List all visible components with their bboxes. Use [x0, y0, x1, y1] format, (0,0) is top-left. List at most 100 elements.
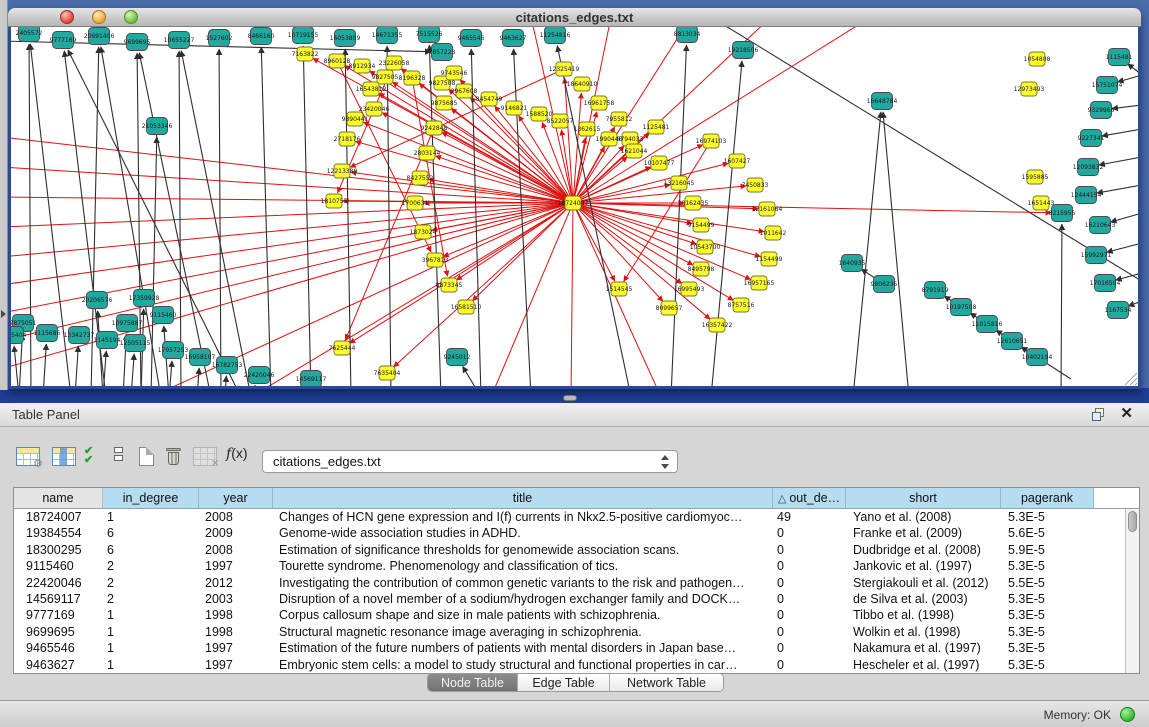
cell-in_degree[interactable]: 1: [103, 624, 199, 641]
splitter-collapse-arrow[interactable]: [1, 310, 6, 318]
column-header-year[interactable]: year: [199, 488, 273, 509]
close-panel-icon[interactable]: ✕: [1120, 405, 1133, 423]
cell-year[interactable]: 1998: [199, 624, 273, 641]
tab-edge-table[interactable]: Edge Table: [518, 674, 610, 692]
network-canvas[interactable]: 2405572977716920691406969969510655227152…: [11, 27, 1138, 386]
cell-name[interactable]: 9699695: [14, 624, 103, 641]
cell-title[interactable]: Disruption of a novel member of a sodium…: [273, 591, 773, 608]
resize-grip[interactable]: [1122, 370, 1138, 386]
cell-year[interactable]: 1997: [199, 657, 273, 674]
cell-name[interactable]: 22420046: [14, 575, 103, 592]
cell-year[interactable]: 2008: [199, 509, 273, 526]
row-height-icon[interactable]: [114, 447, 123, 463]
cell-in_degree[interactable]: 2: [103, 575, 199, 592]
cell-name[interactable]: 18724007: [14, 509, 103, 526]
cell-short[interactable]: Nakamura et al. (1997): [846, 640, 1001, 657]
cell-in_degree[interactable]: 6: [103, 542, 199, 559]
cell-in_degree[interactable]: 6: [103, 525, 199, 542]
cell-out_de[interactable]: 0: [773, 657, 846, 674]
table-row[interactable]: 969969511998Structural magnetic resonanc…: [14, 624, 1139, 641]
cell-short[interactable]: Yano et al. (2008): [846, 509, 1001, 526]
left-splitter-strip[interactable]: [0, 0, 8, 390]
cell-title[interactable]: Changes of HCN gene expression and I(f) …: [273, 509, 773, 526]
tab-network-table[interactable]: Network Table: [610, 674, 723, 692]
cell-out_de[interactable]: 0: [773, 558, 846, 575]
table-row[interactable]: 911546021997Tourette syndrome. Phenomeno…: [14, 558, 1139, 575]
scrollbar-thumb[interactable]: [1128, 511, 1137, 532]
cell-out_de[interactable]: 0: [773, 525, 846, 542]
cell-name[interactable]: 18300295: [14, 542, 103, 559]
create-table-icon[interactable]: [139, 447, 154, 466]
cell-short[interactable]: Dudbridge et al. (2008): [846, 542, 1001, 559]
cell-title[interactable]: Corpus callosum shape and size in male p…: [273, 607, 773, 624]
cell-short[interactable]: Tibbo et al. (1998): [846, 607, 1001, 624]
column-header-in_degree[interactable]: in_degree: [103, 488, 199, 509]
cell-pagerank[interactable]: 5.9E-5: [1001, 542, 1094, 559]
cell-short[interactable]: Jankovic et al. (1997): [846, 558, 1001, 575]
cell-pagerank[interactable]: 5.6E-5: [1001, 525, 1094, 542]
cell-pagerank[interactable]: 5.3E-5: [1001, 607, 1094, 624]
cell-name[interactable]: 9465546: [14, 640, 103, 657]
cell-pagerank[interactable]: 5.3E-5: [1001, 509, 1094, 526]
table-row[interactable]: 946554611997Estimation of the future num…: [14, 640, 1139, 657]
column-header-short[interactable]: short: [846, 488, 1001, 509]
cell-name[interactable]: 19384554: [14, 525, 103, 542]
cell-out_de[interactable]: 49: [773, 509, 846, 526]
cell-year[interactable]: 1997: [199, 558, 273, 575]
cell-out_de[interactable]: 0: [773, 575, 846, 592]
cell-year[interactable]: 2012: [199, 575, 273, 592]
table-selector-dropdown[interactable]: citations_edges.txt: [262, 450, 678, 473]
cell-pagerank[interactable]: 5.3E-5: [1001, 624, 1094, 641]
splitter-handle[interactable]: [563, 395, 577, 401]
table-row[interactable]: 2242004622012Investigating the contribut…: [14, 575, 1139, 592]
cell-out_de[interactable]: 0: [773, 542, 846, 559]
cell-pagerank[interactable]: 5.5E-5: [1001, 575, 1094, 592]
cell-title[interactable]: Investigating the contribution of common…: [273, 575, 773, 592]
cell-title[interactable]: Genome-wide association studies in ADHD.: [273, 525, 773, 542]
cell-title[interactable]: Embryonic stem cells: a model to study s…: [273, 657, 773, 674]
cell-in_degree[interactable]: 1: [103, 607, 199, 624]
cell-pagerank[interactable]: 5.3E-5: [1001, 640, 1094, 657]
cell-in_degree[interactable]: 1: [103, 509, 199, 526]
cell-year[interactable]: 2008: [199, 542, 273, 559]
tab-node-table[interactable]: Node Table: [428, 674, 518, 692]
cell-year[interactable]: 2003: [199, 591, 273, 608]
cell-in_degree[interactable]: 2: [103, 591, 199, 608]
cell-out_de[interactable]: 0: [773, 607, 846, 624]
cell-pagerank[interactable]: 5.3E-5: [1001, 558, 1094, 575]
cell-pagerank[interactable]: 5.3E-5: [1001, 657, 1094, 674]
column-header-pagerank[interactable]: pagerank: [1001, 488, 1094, 509]
table-options-icon[interactable]: ⚙: [16, 447, 40, 466]
cell-year[interactable]: 1997: [199, 640, 273, 657]
cell-year[interactable]: 2009: [199, 525, 273, 542]
cell-title[interactable]: Estimation of significance thresholds fo…: [273, 542, 773, 559]
table-row[interactable]: 946362711997Embryonic stem cells: a mode…: [14, 657, 1139, 674]
column-header-name[interactable]: name: [14, 488, 103, 509]
cell-name[interactable]: 9115460: [14, 558, 103, 575]
delete-table-icon[interactable]: ✕: [193, 447, 217, 466]
cell-title[interactable]: Structural magnetic resonance image aver…: [273, 624, 773, 641]
network-window[interactable]: citations_edges.txt 24055729777169206914…: [8, 8, 1141, 389]
select-rows-icon[interactable]: ✔✔: [84, 447, 92, 465]
float-panel-icon[interactable]: [1092, 408, 1105, 421]
window-titlebar[interactable]: citations_edges.txt: [8, 8, 1141, 27]
cell-short[interactable]: Hescheler et al. (1997): [846, 657, 1001, 674]
column-header-out_de[interactable]: △out_de…: [773, 488, 846, 509]
delete-rows-icon[interactable]: [166, 447, 181, 466]
cell-name[interactable]: 9463627: [14, 657, 103, 674]
cell-short[interactable]: de Silva et al. (2003): [846, 591, 1001, 608]
cell-title[interactable]: Estimation of the future numbers of pati…: [273, 640, 773, 657]
cell-title[interactable]: Tourette syndrome. Phenomenology and cla…: [273, 558, 773, 575]
cell-in_degree[interactable]: 1: [103, 657, 199, 674]
show-columns-icon[interactable]: [52, 447, 76, 466]
cell-out_de[interactable]: 0: [773, 624, 846, 641]
cell-short[interactable]: Stergiakouli et al. (2012): [846, 575, 1001, 592]
cell-name[interactable]: 14569117: [14, 591, 103, 608]
cell-out_de[interactable]: 0: [773, 640, 846, 657]
table-row[interactable]: 1872400712008Changes of HCN gene express…: [14, 509, 1139, 526]
cell-pagerank[interactable]: 5.3E-5: [1001, 591, 1094, 608]
table-row[interactable]: 1938455462009Genome-wide association stu…: [14, 525, 1139, 542]
vertical-scrollbar[interactable]: [1125, 509, 1139, 673]
cell-year[interactable]: 1998: [199, 607, 273, 624]
column-header-title[interactable]: title: [273, 488, 773, 509]
